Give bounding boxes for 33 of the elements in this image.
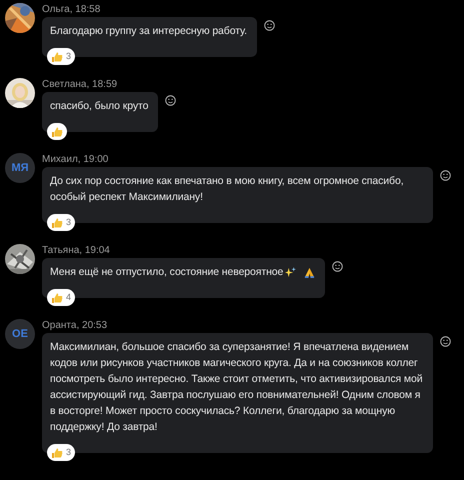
thumbs-up-icon <box>51 446 63 458</box>
sparkles-icon <box>285 266 296 278</box>
author-time: Оранта, 20:53 <box>42 319 108 332</box>
avatar: ОЕ <box>5 319 35 349</box>
reaction-count: 3 <box>66 446 72 459</box>
reaction-count: 3 <box>66 50 72 63</box>
smiley-icon[interactable] <box>440 170 451 181</box>
thumbs-up-icon <box>51 50 63 62</box>
thumbs-up-icon <box>51 292 63 304</box>
smiley-icon[interactable] <box>165 95 176 106</box>
thumbs-up-icon <box>51 126 63 138</box>
reaction-chip[interactable]: 3 <box>47 48 76 65</box>
author-time: Ольга, 18:58 <box>42 3 102 16</box>
author-time: Михаил, 19:00 <box>42 153 110 166</box>
message-text: спасибо, было круто <box>50 99 148 114</box>
message-text: Максимилиан, большое спасибо за суперзанятие! Я впечатлена видением кодов или рисунков участников магического круга. Да и на союзников коллег посмотреть было интересно. Также стоит отметить, что активизировался мой ассистирующий гид. Завтра послушаю его повнимательней! Одним словом я в восторге! Может просто соскучилась? Коллеги, благодарю за мощную поддержку! До завтра! <box>50 340 423 435</box>
author-time: Светлана, 18:59 <box>42 78 118 91</box>
smiley-icon[interactable] <box>264 20 275 31</box>
praying-hands-icon <box>304 266 316 278</box>
thumbs-up-icon <box>51 216 63 228</box>
reaction-chip[interactable]: 3 <box>47 444 76 461</box>
smiley-icon[interactable] <box>440 336 451 347</box>
message-text: Меня ещё не отпустило, состояние невероятное <box>50 265 284 280</box>
reaction-count: 4 <box>66 290 72 304</box>
message-text: Благодарю группу за интересную работу. <box>50 24 247 39</box>
reaction-chip[interactable]: 3 <box>47 214 76 231</box>
reaction-chip[interactable]: 4 <box>47 289 76 306</box>
author-time: Татьяна, 19:04 <box>42 244 111 257</box>
avatar: МЯ <box>5 153 35 183</box>
reaction-chip[interactable] <box>47 123 67 140</box>
smiley-icon[interactable] <box>332 261 344 272</box>
reaction-count: 3 <box>66 216 72 229</box>
message-text: До сих пор состояние как впечатано в мою книгу, всем огромное спасибо, особый респект Максимилиану! <box>50 174 405 205</box>
